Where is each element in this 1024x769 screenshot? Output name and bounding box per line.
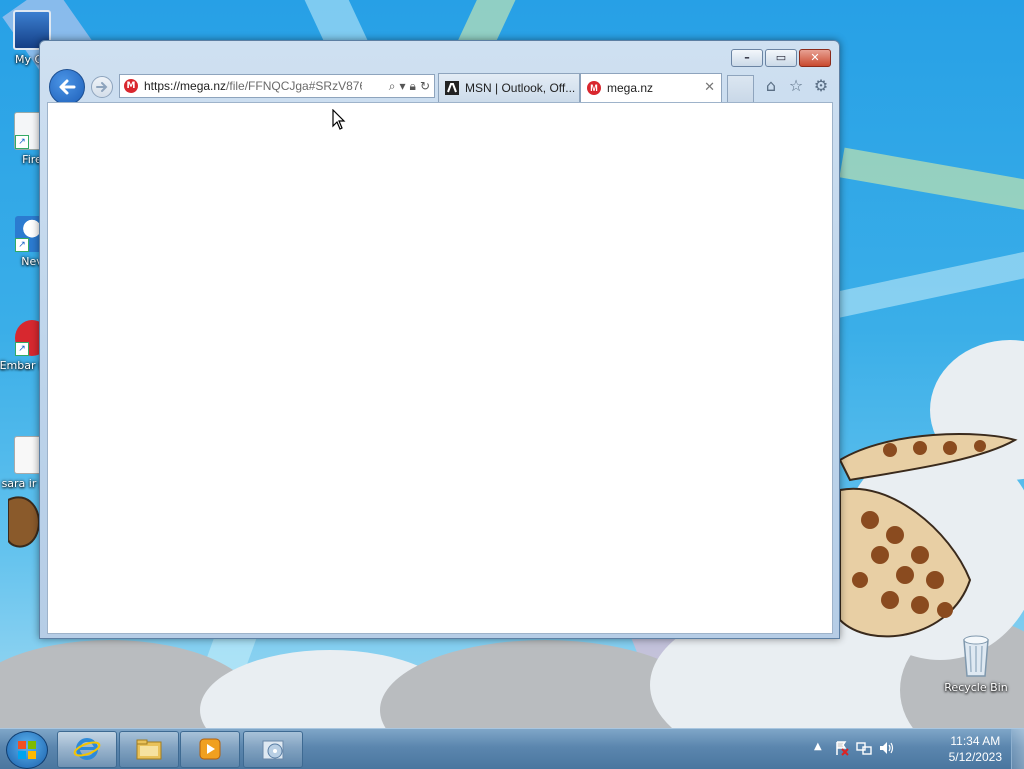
forward-arrow-icon bbox=[96, 82, 108, 92]
taskbar-internet-explorer[interactable] bbox=[57, 731, 117, 768]
back-arrow-icon bbox=[59, 79, 76, 95]
tab-label: MSN | Outlook, Off... bbox=[465, 81, 575, 95]
tab-msn[interactable]: MSN | Outlook, Off... bbox=[438, 73, 580, 102]
close-icon: ✕ bbox=[810, 51, 820, 64]
shortcut-arrow-icon: ↗ bbox=[15, 342, 29, 356]
browser-toolbar-icons: ⌂ ☆ ⚙ bbox=[757, 75, 832, 97]
url-text[interactable]: https://mega.nz/file/FFNQCJga#SRzV876I bbox=[144, 79, 362, 93]
mouse-cursor-icon bbox=[332, 109, 346, 130]
new-tab-button[interactable] bbox=[727, 75, 754, 103]
shortcut-arrow-icon: ↗ bbox=[15, 238, 29, 252]
shortcut-arrow-icon: ↗ bbox=[15, 135, 29, 149]
refresh-icon[interactable]: ↻ bbox=[420, 78, 430, 94]
dropdown-arrow-icon[interactable]: ▾ bbox=[400, 78, 406, 94]
address-bar-actions: ⌕ ▾ 🔒︎ ↻ bbox=[385, 78, 430, 94]
url-host: https://mega.nz bbox=[144, 79, 227, 93]
msn-icon bbox=[445, 81, 459, 95]
page-content-area[interactable] bbox=[47, 102, 833, 634]
volume-icon[interactable] bbox=[878, 740, 894, 756]
forward-button[interactable] bbox=[91, 76, 113, 98]
taskbar: ▲ 11:34 AM 5/12/2023 bbox=[0, 728, 1024, 769]
url-path: /file/FFNQCJga#SRzV876I bbox=[226, 79, 362, 93]
desktop-icon-recycle-bin[interactable]: Recycle Bin bbox=[940, 632, 1012, 694]
media-player-icon bbox=[199, 738, 221, 760]
giraffe-character bbox=[838, 433, 1018, 638]
recycle-bin-icon bbox=[963, 635, 989, 677]
home-icon[interactable]: ⌂ bbox=[760, 75, 782, 97]
settings-gear-icon[interactable]: ⚙ bbox=[810, 75, 832, 97]
maximize-icon: ▭ bbox=[775, 51, 787, 64]
lock-icon[interactable]: 🔒︎ bbox=[410, 78, 416, 94]
network-icon[interactable] bbox=[856, 740, 872, 756]
close-tab-icon[interactable]: ✕ bbox=[704, 79, 715, 95]
mega-icon: M bbox=[587, 81, 601, 95]
show-desktop-button[interactable] bbox=[1011, 729, 1024, 769]
navigation-bar: M https://mega.nz/file/FFNQCJga#SRzV876I… bbox=[46, 69, 832, 105]
search-icon[interactable]: ⌕ bbox=[389, 78, 396, 94]
action-center-flag-icon[interactable] bbox=[834, 740, 850, 756]
clock-time: 11:34 AM bbox=[950, 734, 1001, 748]
mega-icon: M bbox=[124, 79, 138, 93]
media-center-icon bbox=[262, 740, 284, 760]
minimize-button[interactable]: – bbox=[731, 49, 763, 67]
browser-window[interactable]: – ▭ ✕ M https://mega.nz/file/FFNQCJga#SR… bbox=[39, 40, 840, 639]
window-caption-buttons: – ▭ ✕ bbox=[729, 49, 831, 67]
taskbar-file-explorer[interactable] bbox=[119, 731, 179, 768]
taskbar-media-center[interactable] bbox=[243, 731, 303, 768]
back-button[interactable] bbox=[49, 69, 85, 105]
taskbar-clock[interactable]: 11:34 AM 5/12/2023 bbox=[949, 733, 1002, 765]
tab-label: mega.nz bbox=[607, 81, 654, 95]
light-ray bbox=[839, 147, 1024, 223]
start-button[interactable] bbox=[6, 731, 48, 769]
internet-explorer-icon bbox=[73, 738, 101, 760]
tab-mega[interactable]: M mega.nz ✕ bbox=[580, 73, 722, 102]
address-bar[interactable]: M https://mega.nz/file/FFNQCJga#SRzV876I… bbox=[119, 74, 435, 98]
close-window-button[interactable]: ✕ bbox=[799, 49, 831, 67]
maximize-button[interactable]: ▭ bbox=[765, 49, 797, 67]
recycle-bin-label: Recycle Bin bbox=[944, 681, 1008, 694]
minimize-icon: – bbox=[744, 51, 750, 64]
taskbar-media-player[interactable] bbox=[180, 731, 240, 768]
favorites-star-icon[interactable]: ☆ bbox=[785, 75, 807, 97]
windows-logo-icon bbox=[18, 741, 36, 759]
file-explorer-icon bbox=[136, 739, 162, 760]
light-ray bbox=[829, 247, 1024, 319]
clock-date: 5/12/2023 bbox=[948, 750, 1002, 764]
